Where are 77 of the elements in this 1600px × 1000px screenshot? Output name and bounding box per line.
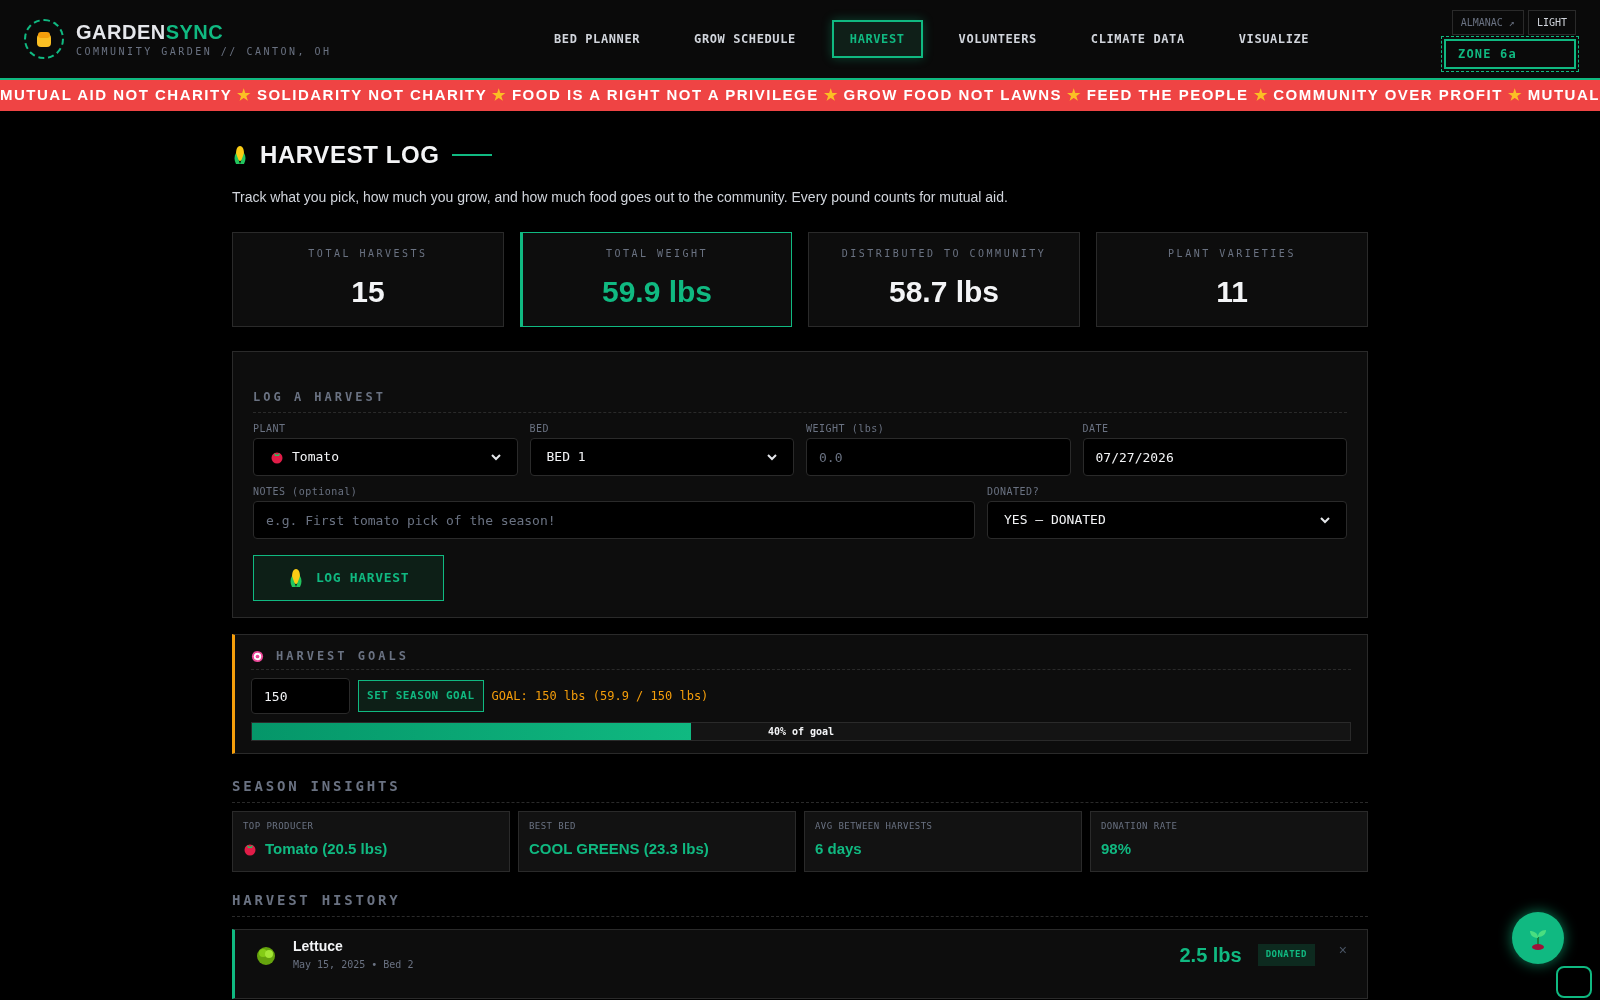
stat-label: PLANT VARIETIES [1168,246,1296,261]
tomato-icon [270,450,284,464]
field-label: BED [529,422,551,436]
select-field[interactable]: BED 1 [529,438,794,476]
field-label: NOTES (optional) [253,485,359,499]
field-label: DONATED? [987,485,1041,499]
floating-square-button[interactable] [1556,966,1592,998]
target-icon [251,649,264,663]
floating-action-button[interactable] [1512,912,1564,964]
logo-icon [24,19,64,59]
entry-meta: May 15, 2025 • Bed 2 [293,958,414,972]
caret-icon [767,453,777,461]
ticker-slogan: MUTUAL AID NOT CHARITY [0,85,233,106]
star-icon: ★ [1067,84,1082,107]
date-input[interactable]: 07/27/2026 [1082,438,1347,476]
star-icon: ★ [237,84,252,107]
stat-value: 15 [351,273,385,310]
ticker-slogan: SOLIDARITY NOT CHARITY [256,85,488,106]
page-description: Track what you pick, how much you grow, and how much food goes out to the community. Every pound counts for mutual aid. [232,188,1009,207]
field-label: PLANT [253,422,287,436]
insight-label: TOP PRODUCER [243,820,315,833]
insight-label: AVG BETWEEN HARVESTS [815,820,934,833]
insight-label: DONATION RATE [1101,820,1179,833]
corn-icon [232,145,248,165]
ticker-slogan: FOOD IS A RIGHT NOT A PRIVILEGE [511,85,819,106]
entry-plant: Lettuce [293,937,344,956]
insight-value: 6 days [815,838,862,859]
location-subtitle: COMMUNITY GARDEN // CANTON, OH [76,44,332,59]
stat-label: DISTRIBUTED TO COMMUNITY [841,246,1047,261]
weight-input[interactable]: 0.0 [806,438,1071,476]
notes-input[interactable]: e.g. First tomato pick of the season! [253,501,975,539]
nav-tab[interactable]: GROW SCHEDULE [676,20,814,58]
field-label: DATE [1082,422,1110,436]
progress-label: 40% of goal [766,725,836,739]
caret-icon [1320,516,1330,524]
ticker-slogan: FEED THE PEOPLE [1086,85,1249,106]
stat-label: TOTAL HARVESTS [308,246,428,261]
star-icon: ★ [823,84,839,107]
app-logo: GARDENSYNC [76,19,225,44]
insight-value: COOL GREENS (23.3 lbs) [529,838,709,859]
section-title: LOG A HARVEST [253,390,386,404]
donated-badge: DONATED [1257,944,1315,966]
entry-weight: 2.5 lbs [1179,943,1242,968]
nav-tab[interactable]: VOLUNTEERS [940,20,1055,58]
select-field[interactable]: Tomato [253,438,518,476]
insight-value: 98% [1101,838,1132,859]
goal-input[interactable]: 150 [251,678,350,714]
nav-tab[interactable]: CLIMATE DATA [1072,20,1203,58]
lettuce-icon [255,944,277,966]
ticker-slogan: GROW FOOD NOT LAWNS [843,85,1062,106]
insight-value: Tomato (20.5 lbs) [265,838,388,859]
stat-value: 59.9 lbs [601,273,713,310]
theme-toggle[interactable]: LIGHT [1527,9,1576,35]
almanac-link[interactable]: ALMANAC ↗ [1451,9,1524,35]
star-icon: ★ [1253,84,1269,107]
ticker-slogan: MUTUAL [1527,85,1600,106]
stat-value: 58.7 lbs [888,273,1000,310]
section-heading: SEASON INSIGHTS [232,778,401,794]
select-field[interactable]: YES — DONATED [987,501,1347,539]
nav-tab[interactable]: BED PLANNER [536,20,659,58]
nav-tab[interactable]: VISUALIZE [1220,20,1328,58]
log-harvest-button[interactable]: LOG HARVEST [253,555,444,601]
insight-label: BEST BED [529,820,577,833]
section-heading: HARVEST HISTORY [232,892,401,908]
star-icon: ★ [1508,84,1523,107]
goal-status: GOAL: 150 lbs (59.9 / 150 lbs) [491,688,709,705]
ticker-slogan: COMMUNITY OVER PROFIT [1273,85,1503,106]
field-label: WEIGHT (lbs) [806,422,886,436]
zone-badge: ZONE 6a [1444,38,1576,69]
section-title: HARVEST GOALS [276,648,409,665]
page-title: HARVEST LOG [260,140,440,170]
set-goal-button[interactable]: SET SEASON GOAL [358,680,484,712]
stat-label: TOTAL WEIGHT [605,246,709,261]
stat-value: 11 [1216,273,1248,310]
star-icon: ★ [492,84,507,107]
nav-tab[interactable]: HARVEST [831,20,923,58]
caret-icon [490,453,501,461]
